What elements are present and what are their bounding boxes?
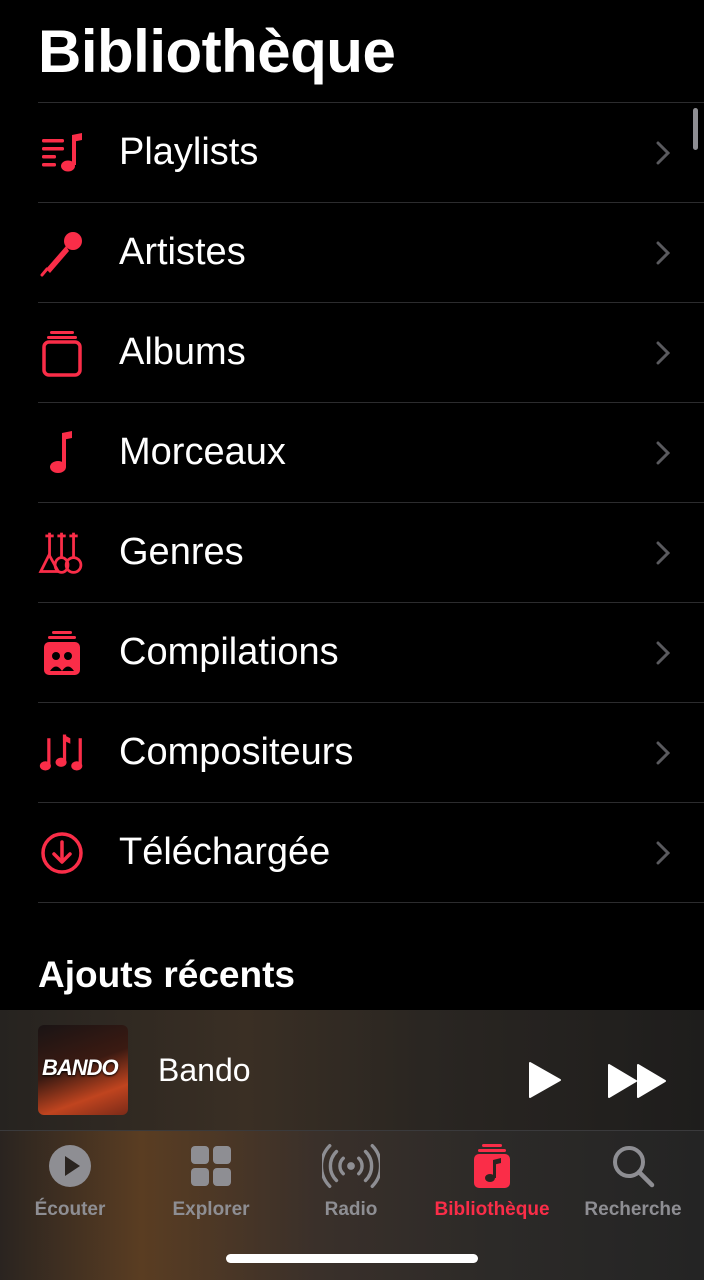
now-playing-title[interactable]: Bando (158, 1052, 251, 1089)
guitars-icon (38, 527, 90, 579)
menu-item-artistes[interactable]: Artistes (38, 203, 704, 303)
tab-label: Explorer (172, 1199, 250, 1220)
composer-notes-icon (38, 727, 90, 779)
menu-item-label: Albums (119, 331, 246, 373)
menu-item-genres[interactable]: Genres (38, 503, 704, 603)
chevron-right-icon (656, 741, 670, 765)
library-menu: Playlists Artistes Albums Morceaux Genre… (0, 103, 704, 903)
play-circle-icon (49, 1145, 91, 1187)
chevron-right-icon (656, 541, 670, 565)
mini-player[interactable]: BANDO Bando (0, 1010, 704, 1131)
search-icon (613, 1146, 655, 1188)
album-artwork[interactable]: BANDO (38, 1025, 128, 1115)
microphone-icon (38, 227, 90, 279)
tab-label: Bibliothèque (434, 1199, 550, 1220)
tab-label: Écouter (34, 1199, 106, 1220)
chevron-right-icon (656, 641, 670, 665)
download-circle-icon (38, 827, 90, 879)
chevron-right-icon (656, 841, 670, 865)
grid-icon (191, 1146, 231, 1186)
menu-item-label: Compilations (119, 631, 339, 673)
chevron-right-icon (656, 241, 670, 265)
tab-label: Radio (324, 1199, 378, 1220)
chevron-right-icon (656, 341, 670, 365)
playlist-icon (38, 127, 90, 179)
menu-item-label: Morceaux (119, 431, 286, 473)
tab-explorer[interactable]: Explorer (141, 1143, 281, 1221)
menu-item-label: Playlists (119, 131, 259, 173)
album-stack-icon (38, 327, 90, 379)
tab-label: Recherche (584, 1199, 682, 1220)
tab-recherche[interactable]: Recherche (563, 1143, 703, 1221)
fast-forward-icon[interactable] (606, 1062, 668, 1100)
menu-item-albums[interactable]: Albums (38, 303, 704, 403)
compilation-icon (38, 627, 90, 679)
tab-ecouter[interactable]: Écouter (0, 1143, 140, 1221)
music-note-icon (38, 427, 90, 479)
menu-item-compositeurs[interactable]: Compositeurs (38, 703, 704, 803)
menu-item-compilations[interactable]: Compilations (38, 603, 704, 703)
library-icon (474, 1144, 510, 1188)
chevron-right-icon (656, 441, 670, 465)
menu-item-label: Compositeurs (119, 731, 354, 773)
menu-item-label: Téléchargée (119, 831, 331, 873)
menu-item-playlists[interactable]: Playlists (38, 103, 704, 203)
menu-item-label: Artistes (119, 231, 246, 273)
radio-waves-icon (322, 1144, 380, 1188)
play-icon[interactable] (524, 1060, 564, 1100)
menu-item-label: Genres (119, 531, 244, 573)
artwork-title: BANDO (42, 1055, 119, 1080)
menu-item-telechargee[interactable]: Téléchargée (38, 803, 704, 903)
tab-radio[interactable]: Radio (281, 1143, 421, 1221)
page-title: Bibliothèque (38, 18, 396, 85)
home-indicator[interactable] (226, 1254, 478, 1263)
chevron-right-icon (656, 141, 670, 165)
tab-bibliotheque[interactable]: Bibliothèque (422, 1143, 562, 1221)
recently-added-heading: Ajouts récents (38, 954, 296, 995)
menu-item-morceaux[interactable]: Morceaux (38, 403, 704, 503)
